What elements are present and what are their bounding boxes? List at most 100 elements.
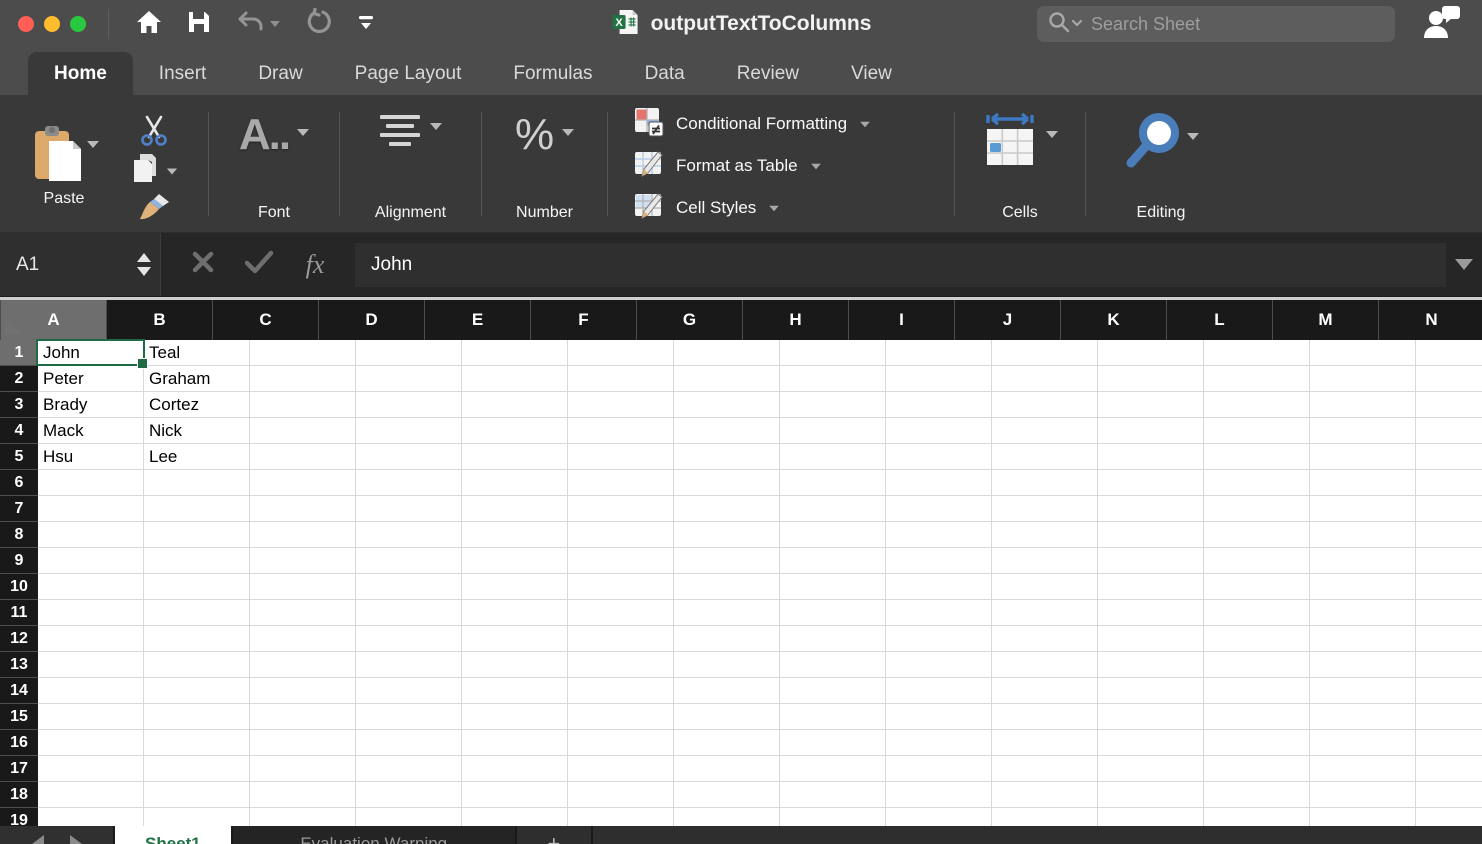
editing-group[interactable]: Editing	[1086, 95, 1236, 232]
cell-C16[interactable]	[250, 730, 356, 756]
cell-N14[interactable]	[1416, 678, 1482, 704]
cell-A1[interactable]: John	[38, 340, 144, 366]
cell-E18[interactable]	[462, 782, 568, 808]
cell-L2[interactable]	[1204, 366, 1310, 392]
cell-I14[interactable]	[886, 678, 992, 704]
cell-N19[interactable]	[1416, 808, 1482, 826]
cell-F14[interactable]	[568, 678, 674, 704]
home-button[interactable]	[127, 4, 171, 44]
cell-C10[interactable]	[250, 574, 356, 600]
cell-M14[interactable]	[1310, 678, 1416, 704]
cell-L11[interactable]	[1204, 600, 1310, 626]
cell-M16[interactable]	[1310, 730, 1416, 756]
cell-I16[interactable]	[886, 730, 992, 756]
cell-B12[interactable]	[144, 626, 250, 652]
cell-A7[interactable]	[38, 496, 144, 522]
tab-draw[interactable]: Draw	[232, 52, 328, 95]
column-header-N[interactable]: N	[1379, 300, 1482, 340]
cell-M1[interactable]	[1310, 340, 1416, 366]
cell-E7[interactable]	[462, 496, 568, 522]
cell-K11[interactable]	[1098, 600, 1204, 626]
cell-K15[interactable]	[1098, 704, 1204, 730]
cell-E9[interactable]	[462, 548, 568, 574]
cell-N11[interactable]	[1416, 600, 1482, 626]
cell-M2[interactable]	[1310, 366, 1416, 392]
cell-E12[interactable]	[462, 626, 568, 652]
cell-L6[interactable]	[1204, 470, 1310, 496]
row-header-11[interactable]: 11	[0, 600, 38, 626]
cell-B7[interactable]	[144, 496, 250, 522]
column-header-F[interactable]: F	[531, 300, 637, 340]
alignment-group[interactable]: Alignment	[340, 95, 481, 232]
cell-I6[interactable]	[886, 470, 992, 496]
cell-I18[interactable]	[886, 782, 992, 808]
cell-K1[interactable]	[1098, 340, 1204, 366]
cell-I9[interactable]	[886, 548, 992, 574]
cell-N1[interactable]	[1416, 340, 1482, 366]
cell-G5[interactable]	[674, 444, 780, 470]
cell-F19[interactable]	[568, 808, 674, 826]
cell-F8[interactable]	[568, 522, 674, 548]
row-header-2[interactable]: 2	[0, 366, 38, 392]
cell-G14[interactable]	[674, 678, 780, 704]
font-group[interactable]: A.. Font	[209, 95, 339, 232]
cell-L7[interactable]	[1204, 496, 1310, 522]
cell-J11[interactable]	[992, 600, 1098, 626]
cell-D9[interactable]	[356, 548, 462, 574]
cell-E14[interactable]	[462, 678, 568, 704]
add-sheet-button[interactable]: +	[517, 826, 593, 844]
cell-F18[interactable]	[568, 782, 674, 808]
cell-F3[interactable]	[568, 392, 674, 418]
cut-button[interactable]	[139, 118, 169, 150]
row-header-16[interactable]: 16	[0, 730, 38, 756]
cell-J6[interactable]	[992, 470, 1098, 496]
cell-I10[interactable]	[886, 574, 992, 600]
cell-N5[interactable]	[1416, 444, 1482, 470]
row-header-5[interactable]: 5	[0, 444, 38, 470]
cells-dropdown-arrow[interactable]	[1046, 131, 1058, 138]
cell-F5[interactable]	[568, 444, 674, 470]
row-header-8[interactable]: 8	[0, 522, 38, 548]
cell-D10[interactable]	[356, 574, 462, 600]
cell-M10[interactable]	[1310, 574, 1416, 600]
cell-G10[interactable]	[674, 574, 780, 600]
column-header-J[interactable]: J	[955, 300, 1061, 340]
number-dropdown-arrow[interactable]	[562, 129, 574, 136]
cell-C12[interactable]	[250, 626, 356, 652]
cell-A2[interactable]: Peter	[38, 366, 144, 392]
cell-H6[interactable]	[780, 470, 886, 496]
zoom-window-button[interactable]	[70, 16, 86, 32]
cell-B1[interactable]: Teal	[144, 340, 250, 366]
cell-B2[interactable]: Graham	[144, 366, 250, 392]
search-input[interactable]: Search Sheet	[1037, 6, 1395, 42]
cell-J7[interactable]	[992, 496, 1098, 522]
cell-N3[interactable]	[1416, 392, 1482, 418]
cell-J4[interactable]	[992, 418, 1098, 444]
cell-K5[interactable]	[1098, 444, 1204, 470]
cell-H10[interactable]	[780, 574, 886, 600]
cell-J15[interactable]	[992, 704, 1098, 730]
cell-J9[interactable]	[992, 548, 1098, 574]
cell-C3[interactable]	[250, 392, 356, 418]
cell-B5[interactable]: Lee	[144, 444, 250, 470]
cell-H14[interactable]	[780, 678, 886, 704]
cell-K8[interactable]	[1098, 522, 1204, 548]
cell-D4[interactable]	[356, 418, 462, 444]
cell-F17[interactable]	[568, 756, 674, 782]
cell-A14[interactable]	[38, 678, 144, 704]
cell-C5[interactable]	[250, 444, 356, 470]
cell-L19[interactable]	[1204, 808, 1310, 826]
cell-C17[interactable]	[250, 756, 356, 782]
editing-dropdown-arrow[interactable]	[1187, 133, 1199, 140]
cell-I19[interactable]	[886, 808, 992, 826]
cell-C19[interactable]	[250, 808, 356, 826]
cell-B14[interactable]	[144, 678, 250, 704]
cell-E11[interactable]	[462, 600, 568, 626]
cell-G3[interactable]	[674, 392, 780, 418]
cell-F13[interactable]	[568, 652, 674, 678]
cell-N18[interactable]	[1416, 782, 1482, 808]
row-header-3[interactable]: 3	[0, 392, 38, 418]
paste-dropdown-arrow[interactable]	[87, 141, 99, 148]
cell-K2[interactable]	[1098, 366, 1204, 392]
cell-L18[interactable]	[1204, 782, 1310, 808]
